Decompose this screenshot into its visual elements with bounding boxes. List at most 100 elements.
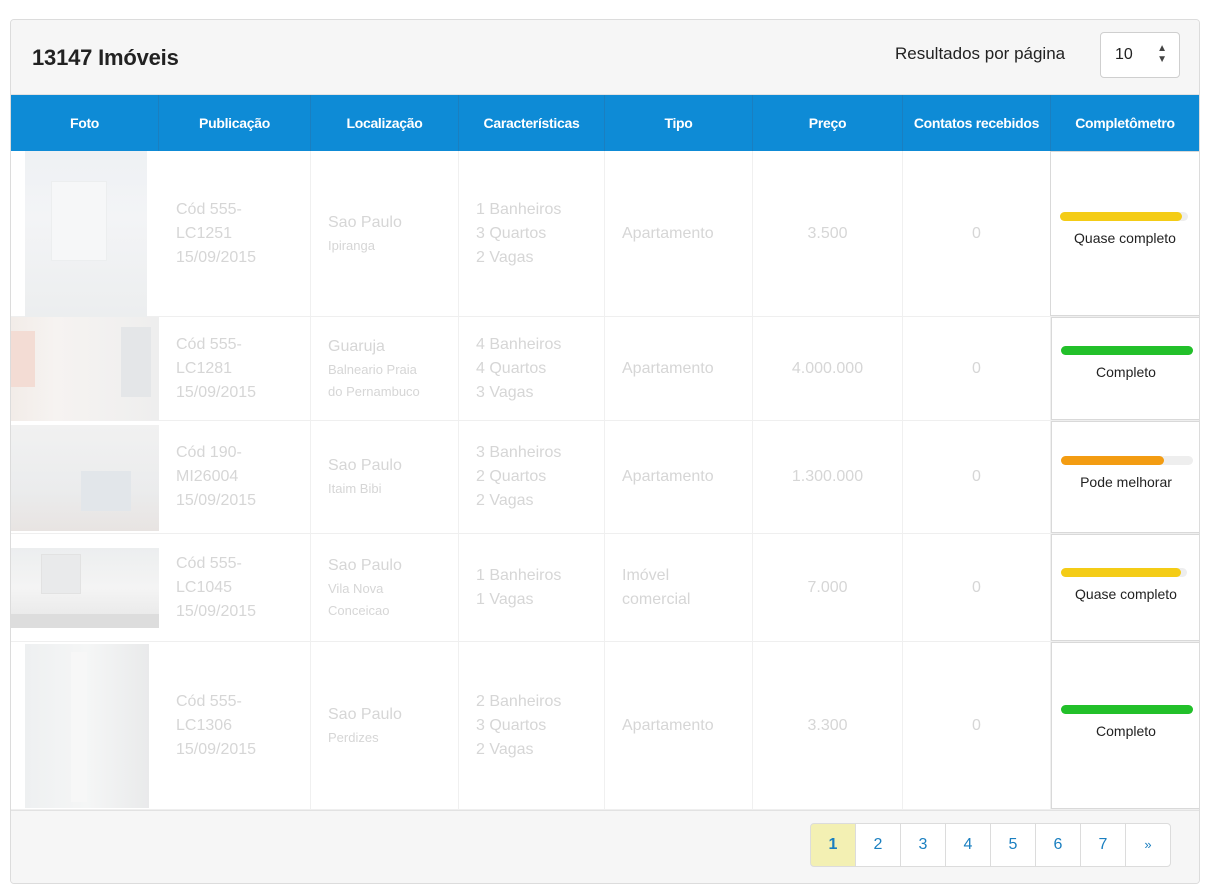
feature-item: 2 Quartos [476, 468, 547, 485]
feature-item: 2 Banheiros [476, 692, 562, 710]
publication-code: Cód 190- [176, 444, 242, 461]
completeness-meter: Quase completo [1051, 534, 1199, 641]
publication-code: MI26004 [176, 468, 239, 485]
table-row[interactable]: Cód 555- LC1281 15/09/2015 Guaruja Balneari… [11, 317, 1199, 421]
completeness-meter: Quase completo [1050, 151, 1199, 316]
publication-code: Cód 555- [176, 335, 242, 353]
contacts-count: 0 [972, 716, 981, 734]
publication-code: LC1251 [176, 224, 233, 242]
property-type: Apartamento [622, 468, 714, 485]
property-price: 1.300.000 [791, 468, 864, 485]
feature-item: 1 Banheiros [476, 200, 562, 218]
table-row[interactable]: Cód 555- LC1045 15/09/2015 Sao Paulo Vila N… [11, 534, 1199, 642]
page-button-2[interactable]: 2 [855, 823, 901, 867]
meter-track [1060, 212, 1188, 221]
page-button-7[interactable]: 7 [1080, 823, 1126, 867]
table-row[interactable]: Cód 555- LC1251 15/09/2015 Sao Paulo Ipiran… [11, 151, 1199, 317]
property-type: comercial [622, 590, 691, 608]
feature-item: 2 Vagas [476, 492, 534, 509]
column-header-caracteristicas[interactable]: Características [459, 95, 605, 151]
feature-item: 2 Vagas [476, 740, 534, 758]
contacts-count: 0 [972, 359, 981, 377]
contacts-count: 0 [972, 468, 981, 485]
feature-item: 3 Vagas [476, 383, 534, 401]
property-photo[interactable] [11, 642, 159, 809]
property-price: 7.000 [807, 578, 848, 596]
table-header: Foto Publicação Localização Característi… [11, 95, 1199, 151]
property-price: 3.500 [807, 224, 848, 242]
contacts-count: 0 [972, 578, 981, 596]
meter-fill [1061, 568, 1181, 577]
publication-date: 15/09/2015 [176, 602, 257, 620]
column-header-contatos[interactable]: Contatos recebidos [903, 95, 1051, 151]
column-header-preco[interactable]: Preço [753, 95, 903, 151]
location-city: Guaruja [328, 337, 385, 355]
meter-track [1061, 346, 1193, 355]
completeness-meter: Completo [1051, 642, 1199, 809]
feature-item: 4 Banheiros [476, 335, 562, 353]
publication-code: LC1306 [176, 716, 233, 734]
page-button-4[interactable]: 4 [945, 823, 991, 867]
select-arrows-icon: ▲ ▼ [1157, 43, 1167, 65]
property-photo[interactable] [11, 534, 159, 641]
feature-item: 2 Vagas [476, 248, 534, 266]
feature-item: 1 Banheiros [476, 566, 562, 584]
meter-track [1061, 456, 1193, 465]
location-district: Ipiranga [328, 237, 375, 253]
column-header-foto[interactable]: Foto [11, 95, 159, 151]
meter-fill [1060, 212, 1182, 221]
meter-label: Quase completo [1074, 230, 1176, 246]
page-button-1[interactable]: 1 [810, 823, 856, 867]
listings-count-title: 13147 Imóveis [32, 45, 179, 70]
property-photo[interactable] [11, 151, 159, 317]
property-photo[interactable] [11, 421, 159, 533]
publication-date: 15/09/2015 [176, 248, 257, 266]
publication-code: Cód 555- [176, 554, 242, 572]
contacts-count: 0 [972, 224, 981, 242]
page-button-6[interactable]: 6 [1035, 823, 1081, 867]
column-header-tipo[interactable]: Tipo [605, 95, 753, 151]
per-page-label: Resultados por página [895, 44, 1066, 63]
location-district: Vila Nova [328, 580, 384, 596]
column-header-localizacao[interactable]: Localização [311, 95, 459, 151]
publication-date: 15/09/2015 [176, 740, 257, 758]
page-button-5[interactable]: 5 [990, 823, 1036, 867]
table-row[interactable]: Cód 555- LC1306 15/09/2015 Sao Paulo Perdiz… [11, 642, 1199, 810]
feature-item: 3 Banheiros [476, 444, 562, 461]
meter-track [1061, 568, 1187, 577]
per-page-select[interactable]: 10 ▲ ▼ [1100, 32, 1180, 78]
property-type: Apartamento [622, 224, 714, 242]
property-price: 4.000.000 [791, 359, 864, 377]
meter-fill [1061, 346, 1193, 355]
meter-fill [1061, 705, 1193, 714]
column-header-publicacao[interactable]: Publicação [159, 95, 311, 151]
page-button-3[interactable]: 3 [900, 823, 946, 867]
location-district: Perdizes [328, 729, 379, 745]
table-row[interactable]: Cód 190- MI26004 15/09/2015 Sao Paulo Itaim… [11, 421, 1199, 534]
property-photo[interactable] [11, 317, 159, 421]
panel-header: 13147 Imóveis Resultados por página 10 ▲… [11, 20, 1199, 95]
property-type: Imóvel [622, 566, 670, 584]
column-header-completometro[interactable]: Completômetro [1051, 95, 1199, 151]
property-type: Apartamento [622, 716, 714, 734]
meter-track [1061, 705, 1193, 714]
panel-footer: 1 2 3 4 5 6 7 » [11, 810, 1199, 883]
completeness-meter: Pode melhorar [1051, 421, 1199, 533]
completeness-meter: Completo [1051, 317, 1199, 420]
property-type: Apartamento [622, 359, 714, 377]
feature-item: 3 Quartos [476, 716, 547, 734]
pagination: 1 2 3 4 5 6 7 » [810, 823, 1171, 867]
property-price: 3.300 [807, 716, 848, 734]
location-city: Sao Paulo [328, 457, 402, 474]
feature-item: 4 Quartos [476, 359, 547, 377]
next-page-button[interactable]: » [1125, 823, 1171, 867]
location-city: Sao Paulo [328, 556, 402, 574]
meter-label: Quase completo [1075, 586, 1177, 602]
meter-label: Completo [1096, 364, 1156, 380]
per-page-value: 10 [1115, 46, 1133, 63]
meter-fill [1061, 456, 1164, 465]
meter-label: Completo [1096, 723, 1156, 739]
publication-code: LC1045 [176, 578, 233, 596]
publication-date: 15/09/2015 [176, 383, 257, 401]
publication-date: 15/09/2015 [176, 492, 257, 509]
